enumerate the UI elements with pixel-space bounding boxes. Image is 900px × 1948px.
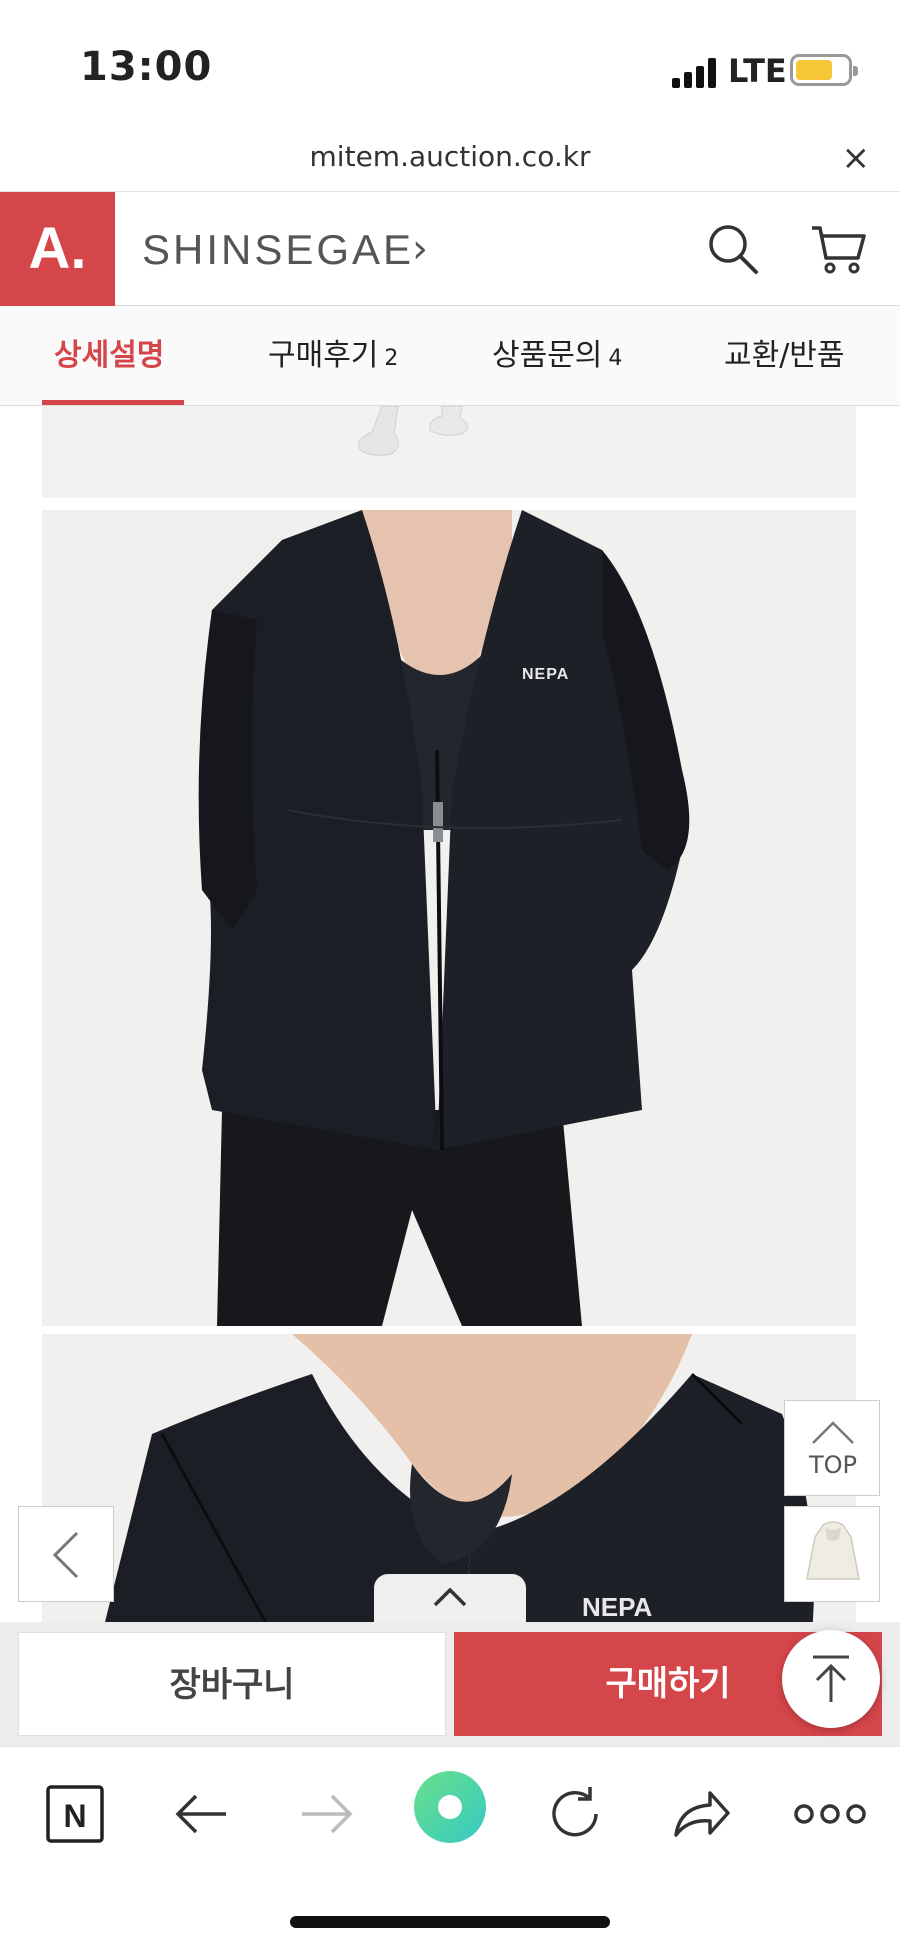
- share-icon[interactable]: [666, 1779, 736, 1849]
- forward-icon[interactable]: [292, 1779, 362, 1849]
- auction-logo[interactable]: A.: [0, 192, 115, 306]
- status-bar: 13:00 LTE: [0, 0, 900, 140]
- scroll-top-button[interactable]: TOP: [784, 1400, 880, 1496]
- arrow-up-to-top-icon: [813, 1655, 849, 1702]
- chevron-up-icon: [812, 1421, 854, 1444]
- status-time: 13:00: [80, 44, 213, 90]
- naver-icon[interactable]: N: [40, 1779, 110, 1849]
- product-detail-content: NEPA NEPA: [0, 406, 900, 1622]
- refresh-icon[interactable]: [540, 1779, 610, 1849]
- signal-icon: [672, 58, 720, 88]
- brand-link[interactable]: SHINSEGAE: [142, 226, 414, 274]
- chevron-left-icon: [52, 1531, 79, 1579]
- back-icon[interactable]: [166, 1779, 236, 1849]
- tab-label: 상세설명: [54, 338, 165, 373]
- tab-label: 교환/반품: [724, 338, 845, 373]
- jacket-thumbnail-icon: [806, 1521, 860, 1580]
- active-tab-indicator: [42, 400, 184, 405]
- url-bar[interactable]: mitem.auction.co.kr ×: [0, 130, 900, 192]
- chevron-right-icon[interactable]: ›: [412, 226, 428, 272]
- url-text[interactable]: mitem.auction.co.kr: [0, 140, 900, 173]
- scroll-top-fab[interactable]: [782, 1630, 880, 1728]
- tab-count: 4: [608, 346, 623, 371]
- site-header: A. SHINSEGAE ›: [0, 192, 900, 306]
- chevron-up-icon: [433, 1587, 467, 1607]
- product-tabs: 상세설명 구매후기 2 상품문의 4 교환/반품: [0, 306, 900, 406]
- green-dot-icon[interactable]: [412, 1769, 488, 1845]
- battery-icon: [790, 54, 858, 86]
- product-photo-jacket-front: NEPA: [42, 510, 856, 1326]
- tab-inquiries[interactable]: 상품문의 4: [492, 306, 622, 406]
- more-icon[interactable]: [790, 1779, 870, 1849]
- search-icon[interactable]: [706, 222, 760, 276]
- network-label: LTE: [728, 52, 787, 90]
- tab-exchange-return[interactable]: 교환/반품: [724, 306, 845, 406]
- jacket-logo: NEPA: [522, 666, 570, 683]
- home-indicator[interactable]: [290, 1916, 610, 1928]
- product-thumbnail-button[interactable]: [784, 1506, 880, 1602]
- tab-description[interactable]: 상세설명: [54, 306, 164, 406]
- add-to-cart-button[interactable]: 장바구니: [18, 1632, 446, 1736]
- expand-handle[interactable]: [374, 1574, 526, 1622]
- product-photo-feet: [42, 406, 856, 498]
- tab-reviews[interactable]: 구매후기 2: [268, 306, 398, 406]
- purchase-bar: 장바구니 구매하기: [0, 1622, 900, 1746]
- tab-label: 구매후기: [268, 338, 379, 373]
- tab-label: 상품문의: [492, 338, 603, 373]
- close-icon[interactable]: ×: [842, 138, 871, 178]
- jacket-logo-closeup: NEPA: [582, 1592, 653, 1622]
- tab-count: 2: [384, 346, 399, 371]
- svg-text:N: N: [63, 1798, 86, 1834]
- top-label: TOP: [808, 1451, 858, 1479]
- cart-icon[interactable]: [810, 222, 866, 276]
- previous-button[interactable]: [18, 1506, 114, 1602]
